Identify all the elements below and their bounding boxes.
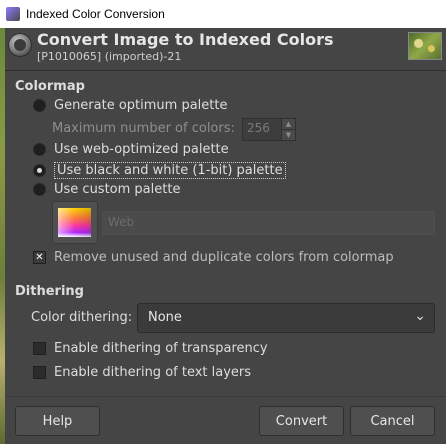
convert-indexed-icon <box>8 33 32 57</box>
background-image-strip <box>0 28 5 444</box>
image-name: [P1010065] (imported)-21 <box>37 50 182 63</box>
spin-down-icon[interactable]: ▼ <box>281 130 295 140</box>
radio-optimum-label: Generate optimum palette <box>54 98 228 113</box>
max-colors-value: 256 <box>247 121 270 135</box>
dialog-title: Convert Image to Indexed Colors <box>37 30 334 49</box>
checkmark-icon[interactable]: ✕ <box>33 251 46 264</box>
convert-button[interactable]: Convert <box>259 406 344 436</box>
cancel-button[interactable]: Cancel <box>350 406 435 436</box>
dither-transparency-checkbox[interactable]: Enable dithering of transparency <box>33 341 268 356</box>
button-bar-separator <box>5 396 446 397</box>
radio-custom-palette[interactable]: Use custom palette <box>33 182 180 197</box>
radio-bw-label: Use black and white (1-bit) palette <box>54 162 286 179</box>
color-dithering-value: None <box>148 310 182 325</box>
window-titlebar: Indexed Color Conversion <box>0 0 446 28</box>
help-button[interactable]: Help <box>15 406 100 436</box>
radio-button-selected[interactable] <box>33 164 46 177</box>
palette-name-field: Web <box>102 211 435 235</box>
spin-up-icon[interactable]: ▲ <box>281 119 295 130</box>
dialog-header: Convert Image to Indexed Colors [P101006… <box>5 28 446 68</box>
dither-transparency-label: Enable dithering of transparency <box>54 341 268 356</box>
radio-custom-label: Use custom palette <box>54 182 181 197</box>
radio-button[interactable] <box>33 143 46 156</box>
gimp-app-icon <box>6 7 20 21</box>
max-colors-label: Maximum number of colors: <box>52 121 235 136</box>
palette-preview <box>58 208 91 237</box>
radio-button[interactable] <box>33 183 46 196</box>
colormap-section-title: Colormap <box>15 79 85 94</box>
remove-unused-label: Remove unused and duplicate colors from … <box>54 250 394 265</box>
image-thumbnail <box>408 32 442 60</box>
radio-web-label: Use web-optimized palette <box>54 142 229 157</box>
chevron-down-icon: ⌄ <box>414 308 426 324</box>
max-colors-spinner[interactable]: 256 ▲ ▼ <box>242 118 296 141</box>
radio-web-palette[interactable]: Use web-optimized palette <box>33 142 229 157</box>
window-title: Indexed Color Conversion <box>26 7 165 21</box>
palette-name-value: Web <box>108 215 135 229</box>
radio-bw-palette[interactable]: Use black and white (1-bit) palette <box>33 162 286 179</box>
radio-button[interactable] <box>33 99 46 112</box>
palette-select-button[interactable] <box>52 201 98 244</box>
dithering-section-title: Dithering <box>15 284 84 299</box>
dither-text-layers-label: Enable dithering of text layers <box>54 365 252 380</box>
color-dithering-select[interactable]: None ⌄ <box>137 303 435 333</box>
dither-text-layers-checkbox[interactable]: Enable dithering of text layers <box>33 365 251 380</box>
radio-optimum-palette[interactable]: Generate optimum palette <box>33 98 227 113</box>
remove-unused-checkbox[interactable]: ✕ Remove unused and duplicate colors fro… <box>33 250 394 265</box>
checkbox-box[interactable] <box>33 366 46 379</box>
header-separator <box>5 70 446 71</box>
color-dithering-label: Color dithering: <box>31 310 133 325</box>
checkbox-box[interactable] <box>33 342 46 355</box>
